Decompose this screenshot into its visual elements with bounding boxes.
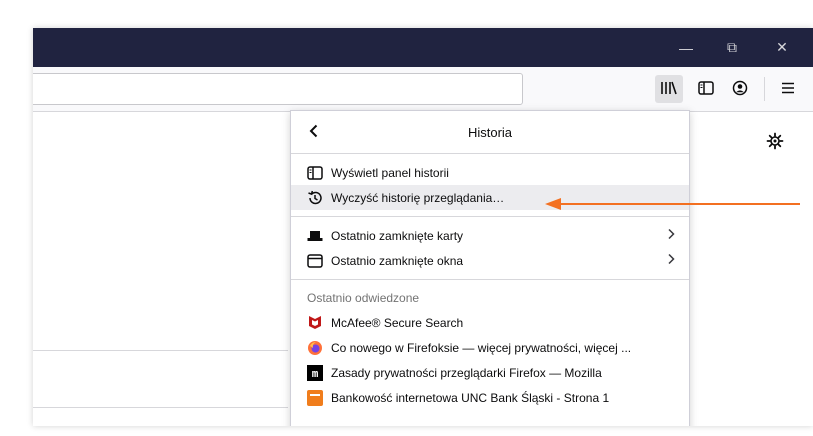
browser-window: — ⧉ ✕ Historia Wyświetl panel historii W… xyxy=(33,28,813,426)
annotation-arrow xyxy=(545,198,800,210)
